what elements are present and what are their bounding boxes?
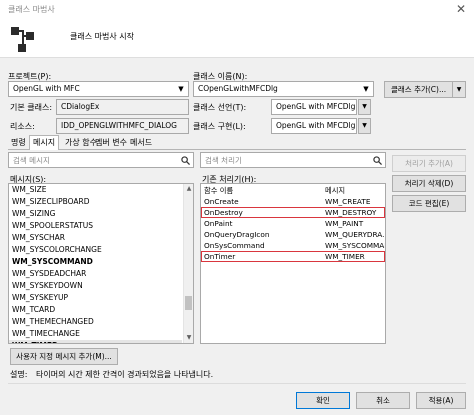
handler-row[interactable]: OnCreate WM_CREATE	[201, 196, 385, 207]
message-item[interactable]: WM_SYSCHAR	[9, 232, 182, 244]
message-item[interactable]: WM_THEMECHANGED	[9, 316, 182, 328]
chevron-down-icon[interactable]: ▼	[452, 82, 465, 97]
handler-message: WM_SYSCOMMAND	[325, 241, 385, 250]
add-custom-message-button[interactable]: 사용자 지정 메시지 추가(M)...	[10, 348, 118, 365]
handler-message: WM_PAINT	[325, 219, 364, 228]
class-impl-dropdown[interactable]: OpenGL with MFCDlg.cpp	[271, 118, 357, 134]
divider	[8, 383, 466, 384]
base-class-field: CDialogEx	[56, 99, 189, 115]
delete-handler-button[interactable]: 처리기 삭제(D)	[392, 175, 466, 192]
wizard-icon	[11, 27, 34, 52]
class-name-dropdown[interactable]: COpenGLwithMFCDlg ▼	[193, 81, 374, 97]
message-item[interactable]: WM_SPOOLERSTATUS	[9, 220, 182, 232]
wizard-banner: 클래스 마법사 시작	[0, 20, 474, 58]
project-dropdown[interactable]: OpenGL with MFC ▼	[8, 81, 189, 97]
message-item[interactable]: WM_SYSCOLORCHANGE	[9, 244, 182, 256]
handler-row[interactable]: OnDestroy WM_DESTROY	[201, 207, 385, 218]
handler-message: WM_DESTROY	[325, 208, 377, 217]
search-handlers-input[interactable]: 검색 처리기	[200, 152, 386, 168]
search-icon	[181, 156, 190, 165]
messages-scrollbar[interactable]: ▲ ▼	[183, 184, 193, 343]
chevron-down-icon: ▼	[362, 103, 367, 110]
description-text: 타이머의 시간 제한 간격이 경과되었음을 나타냅니다.	[36, 370, 214, 379]
handler-message: WM_TIMER	[325, 252, 365, 261]
close-icon[interactable]: ✕	[456, 2, 466, 16]
class-decl-label: 클래스 선언(T):	[193, 103, 247, 112]
class-decl-value: OpenGL with MFCDlg.h	[276, 102, 357, 111]
handler-function: OnTimer	[204, 252, 236, 261]
add-handler-button[interactable]: 처리기 추가(A)	[392, 155, 466, 172]
message-item[interactable]: WM_SIZING	[9, 208, 182, 220]
ok-button[interactable]: 확인	[296, 392, 350, 409]
tab-methods[interactable]: 메서드	[127, 136, 155, 150]
title-bar: 클래스 마법사 ✕	[0, 0, 474, 20]
message-item[interactable]: WM_SYSCOMMAND	[9, 256, 182, 268]
tab-member-variables[interactable]: 멤버 변수	[92, 136, 130, 150]
message-item[interactable]: WM_TIMER	[9, 340, 182, 343]
message-item[interactable]: WM_TCARD	[9, 304, 182, 316]
resource-field: IDD_OPENGLWITHMFC_DIALOG	[56, 118, 189, 134]
search-handlers-placeholder: 검색 처리기	[205, 156, 242, 165]
search-icon	[373, 156, 382, 165]
message-item[interactable]: WM_SYSKEYUP	[9, 292, 182, 304]
base-class-label: 기본 클래스:	[10, 103, 53, 112]
class-impl-value: OpenGL with MFCDlg.cpp	[276, 121, 356, 130]
class-decl-dropdown[interactable]: OpenGL with MFCDlg.h	[271, 99, 357, 115]
handlers-list[interactable]: 함수 이름 메시지 OnCreate WM_CREATE OnDestroy WM_D…	[200, 183, 386, 344]
header-function-name: 함수 이름	[204, 186, 234, 195]
description-label: 설명:	[10, 370, 28, 379]
resource-label: 리소스:	[10, 122, 35, 131]
tab-label: 명령	[11, 138, 26, 147]
handler-function: OnDestroy	[204, 208, 243, 217]
handlers-header: 함수 이름 메시지	[201, 185, 385, 196]
handler-row[interactable]: OnTimer WM_TIMER	[201, 251, 385, 262]
header-message: 메시지	[325, 186, 346, 195]
project-value: OpenGL with MFC	[13, 84, 80, 93]
tab-label: 메시지	[33, 138, 56, 147]
handler-function: OnCreate	[204, 197, 239, 206]
class-impl-label: 클래스 구현(L):	[193, 122, 246, 131]
tab-label: 메서드	[130, 138, 153, 147]
message-item[interactable]: WM_SIZE	[9, 184, 182, 196]
handlers-rows: OnCreate WM_CREATE OnDestroy WM_DESTROY OnPa…	[201, 196, 385, 262]
class-decl-dropdown-arrow[interactable]: ▼	[358, 99, 371, 115]
handler-row[interactable]: OnSysCommand WM_SYSCOMMAND	[201, 240, 385, 251]
handler-row[interactable]: OnQueryDragIcon WM_QUERYDRA...	[201, 229, 385, 240]
scroll-up-icon[interactable]: ▲	[184, 184, 193, 194]
search-messages-input[interactable]: 검색 메시지	[8, 152, 194, 168]
description-bar: 설명: 타이머의 시간 제한 간격이 경과되었음을 나타냅니다.	[8, 366, 466, 381]
search-messages-placeholder: 검색 메시지	[13, 156, 50, 165]
add-class-label: 클래스 추가(C)...	[391, 85, 447, 94]
class-impl-dropdown-arrow[interactable]: ▼	[358, 118, 371, 134]
scroll-thumb[interactable]	[185, 296, 192, 310]
banner-title: 클래스 마법사 시작	[70, 32, 134, 41]
handler-message: WM_CREATE	[325, 197, 371, 206]
chevron-down-icon: ▼	[362, 122, 367, 129]
message-item[interactable]: WM_SYSDEADCHAR	[9, 268, 182, 280]
message-item[interactable]: WM_SYSKEYDOWN	[9, 280, 182, 292]
chevron-down-icon: ▼	[363, 85, 369, 93]
handler-function: OnPaint	[204, 219, 233, 228]
tab-messages[interactable]: 메시지	[29, 135, 60, 150]
message-item[interactable]: WM_SIZECLIPBOARD	[9, 196, 182, 208]
cancel-button[interactable]: 취소	[356, 392, 410, 409]
messages-list[interactable]: WM_SIZE WM_SIZECLIPBOARD WM_SIZING WM_SPOOL…	[8, 183, 194, 344]
class-name-value: COpenGLwithMFCDlg	[198, 84, 278, 93]
add-class-button[interactable]: 클래스 추가(C)... ▼	[384, 81, 466, 98]
handler-message: WM_QUERYDRA...	[325, 230, 386, 239]
handler-function: OnQueryDragIcon	[204, 230, 270, 239]
apply-button[interactable]: 적용(A)	[416, 392, 466, 409]
tab-commands[interactable]: 명령	[8, 136, 29, 150]
messages-rows: WM_SIZE WM_SIZECLIPBOARD WM_SIZING WM_SPOOL…	[9, 184, 182, 343]
scroll-down-icon[interactable]: ▼	[184, 333, 193, 343]
chevron-down-icon: ▼	[178, 85, 184, 93]
handler-row[interactable]: OnPaint WM_PAINT	[201, 218, 385, 229]
window-title: 클래스 마법사	[8, 5, 55, 14]
message-item[interactable]: WM_TIMECHANGE	[9, 328, 182, 340]
handler-function: OnSysCommand	[204, 241, 265, 250]
edit-code-button[interactable]: 코드 편집(E)	[392, 195, 466, 212]
tab-label: 멤버 변수	[95, 138, 127, 147]
